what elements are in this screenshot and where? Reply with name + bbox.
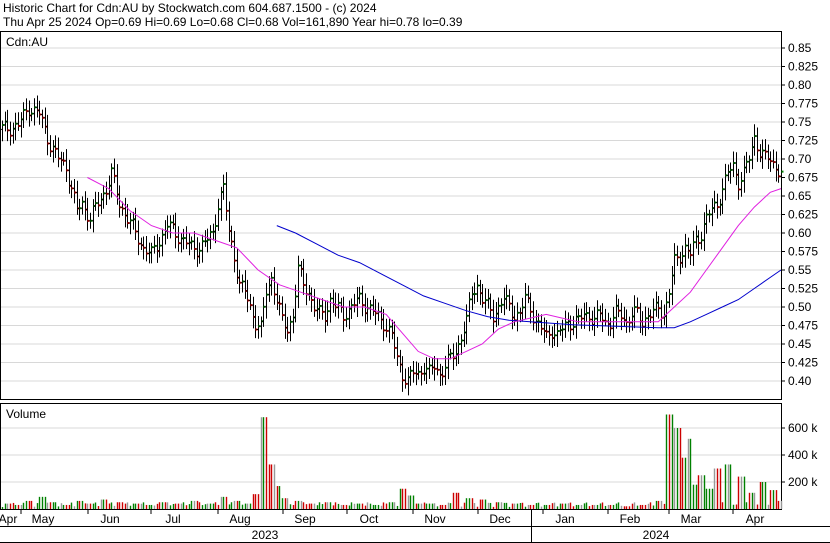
- month-label: Nov: [424, 512, 445, 526]
- month-label: Apr: [0, 512, 17, 526]
- price-tick-label: 0.625: [788, 208, 818, 222]
- price-tick-label: 0.825: [788, 60, 818, 74]
- price-tick-label: 0.85: [788, 41, 812, 55]
- volume-label: Volume: [6, 407, 46, 421]
- price-tick-label: 0.60: [788, 226, 812, 240]
- time-axis: Apr May Jun Jul Aug Sep Oct Nov Dec Jan Feb Mar Apr: [0, 510, 764, 526]
- month-label: Sep: [294, 512, 316, 526]
- month-label: Jul: [165, 512, 180, 526]
- volume-tick-label: 200 k: [788, 475, 818, 489]
- price-tick-label: 0.80: [788, 78, 812, 92]
- price-tick-label: 0.675: [788, 171, 818, 185]
- price-tick-label: 0.65: [788, 189, 812, 203]
- price-tick-label: 0.75: [788, 115, 812, 129]
- price-tick-label: 0.40: [788, 374, 812, 388]
- month-label: May: [32, 512, 55, 526]
- month-label: Jan: [555, 512, 574, 526]
- volume-panel: [0, 403, 782, 510]
- price-tick-label: 0.575: [788, 245, 818, 259]
- symbol-label: Cdn:AU: [6, 35, 48, 49]
- year-label-2024: 2024: [643, 528, 670, 542]
- price-tick-label: 0.425: [788, 356, 818, 370]
- price-tick-label: 0.475: [788, 319, 818, 333]
- price-tick-label: 0.775: [788, 97, 818, 111]
- volume-axis: 600 k 400 k 200 k: [781, 421, 818, 489]
- month-label: Oct: [360, 512, 379, 526]
- month-label: Aug: [229, 512, 250, 526]
- price-tick-label: 0.725: [788, 134, 818, 148]
- stock-chart: Cdn:AU 0.850.8250.800.7750.750.7250.700.…: [0, 31, 830, 543]
- volume-tick-label: 400 k: [788, 448, 818, 462]
- price-axis: 0.85 0.825 0.80 0.775 0.75 0.725 0.70 0.675 0.65…: [781, 41, 818, 388]
- month-label: Mar: [681, 512, 702, 526]
- month-label: Apr: [746, 512, 765, 526]
- month-label: Feb: [620, 512, 641, 526]
- price-tick-label: 0.50: [788, 300, 812, 314]
- volume-tick-label: 600 k: [788, 421, 818, 435]
- price-tick-label: 0.525: [788, 282, 818, 296]
- price-tick-label: 0.55: [788, 263, 812, 277]
- month-label: Dec: [489, 512, 510, 526]
- month-label: Jun: [100, 512, 119, 526]
- price-tick-label: 0.70: [788, 152, 812, 166]
- price-tick-label: 0.45: [788, 337, 812, 351]
- year-label-2023: 2023: [252, 528, 279, 542]
